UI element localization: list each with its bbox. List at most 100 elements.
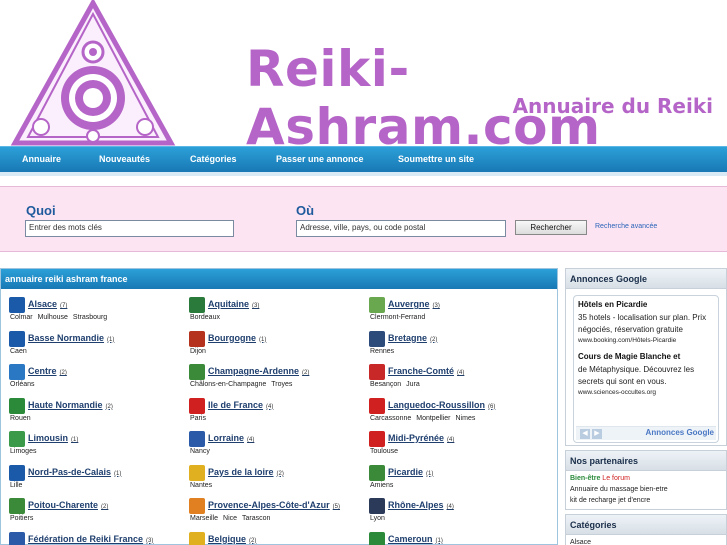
region-logo-icon[interactable] <box>9 330 25 347</box>
partners-box: Nos partenaires Bien-être Le forum Annua… <box>565 450 727 510</box>
what-input[interactable]: Entrer des mots clés <box>25 220 234 237</box>
region-link[interactable]: Bretagne (2) <box>388 333 437 343</box>
city-link[interactable]: Nice <box>223 515 237 522</box>
city-link[interactable]: Colmar <box>10 314 33 321</box>
region-logo-icon[interactable] <box>369 297 385 313</box>
where-input[interactable]: Adresse, ville, pays, ou code postal <box>296 220 506 237</box>
ads-by-google-link[interactable]: Annonces Google <box>646 428 714 437</box>
city-link[interactable]: Dijon <box>190 348 206 355</box>
city-link[interactable]: Poitiers <box>10 515 33 522</box>
ad-2-title[interactable]: Cours de Magie Blanche et <box>578 352 714 361</box>
city-link[interactable]: Lille <box>10 482 22 489</box>
search-button[interactable]: Rechercher <box>515 220 587 235</box>
region-logo-icon[interactable] <box>189 364 205 380</box>
region-logo-icon[interactable] <box>369 464 385 481</box>
city-link[interactable]: Tarascon <box>242 515 270 522</box>
city-link[interactable]: Strasbourg <box>73 314 107 321</box>
region-link[interactable]: Fédération de Reiki France (3) <box>28 534 153 544</box>
city-link[interactable]: Nimes <box>456 415 476 422</box>
region-logo-icon[interactable] <box>369 498 385 514</box>
region-link[interactable]: Nord-Pas-de-Calais (1) <box>28 467 121 477</box>
region-logo-icon[interactable] <box>189 397 205 414</box>
region-logo-icon[interactable] <box>9 364 25 380</box>
partner-encre-link[interactable]: kit de recharge jet d'encre <box>566 495 726 506</box>
ad-1-url[interactable]: www.booking.com/Hôtels-Picardie <box>578 337 714 344</box>
city-link[interactable]: Troyes <box>271 381 292 388</box>
region-link[interactable]: Bourgogne (1) <box>208 333 266 343</box>
next-arrow-icon[interactable]: ▶ <box>592 429 602 439</box>
region-logo-icon[interactable] <box>369 397 385 414</box>
region-link[interactable]: Lorraine (4) <box>208 433 254 443</box>
region-logo-icon[interactable] <box>369 531 385 545</box>
nav-soumettre-site[interactable]: Soumettre un site <box>398 154 474 164</box>
region-link[interactable]: Aquitaine (3) <box>208 299 259 309</box>
partner-massage-link[interactable]: Annuaire du massage bien-etre <box>566 484 726 495</box>
nav-passer-annonce[interactable]: Passer une annonce <box>276 154 364 164</box>
region-logo-icon[interactable] <box>369 364 385 380</box>
region-link[interactable]: Cameroun (1) <box>388 534 443 544</box>
region-logo-icon[interactable] <box>9 464 25 481</box>
city-link[interactable]: Rouen <box>10 415 31 422</box>
region-logo-icon[interactable] <box>189 464 205 481</box>
city-link[interactable]: Clermont-Ferrand <box>370 314 425 321</box>
city-link[interactable]: Lyon <box>370 515 385 522</box>
ad-2-url[interactable]: www.sciences-occultes.org <box>578 389 714 396</box>
region-logo-icon[interactable] <box>9 431 25 447</box>
nav-annuaire[interactable]: Annuaire <box>22 154 61 164</box>
region-logo-icon[interactable] <box>189 431 205 447</box>
city-link[interactable]: Carcassonne <box>370 415 411 422</box>
prev-arrow-icon[interactable]: ◀ <box>580 429 590 439</box>
city-link[interactable]: Nantes <box>190 482 212 489</box>
region-link[interactable]: Centre (2) <box>28 366 67 376</box>
region-link[interactable]: Languedoc-Roussillon (6) <box>388 400 495 410</box>
city-link[interactable]: Toulouse <box>370 448 398 455</box>
nav-nouveautes[interactable]: Nouveautés <box>99 154 150 164</box>
region-link[interactable]: Belgique (2) <box>208 534 256 544</box>
region-link[interactable]: Basse Normandie (1) <box>28 333 114 343</box>
partner-forum-link[interactable]: Le forum <box>602 475 630 482</box>
region-link[interactable]: Ile de France (4) <box>208 400 273 410</box>
partner-bien-etre-link[interactable]: Bien-être <box>570 475 600 482</box>
region-logo-icon[interactable] <box>189 330 205 347</box>
nav-categories[interactable]: Catégories <box>190 154 237 164</box>
city-link[interactable]: Nancy <box>190 448 210 455</box>
region-logo-icon[interactable] <box>189 531 205 545</box>
region-logo-icon[interactable] <box>9 397 25 414</box>
region-logo-icon[interactable] <box>189 498 205 514</box>
region-link[interactable]: Pays de la loire (2) <box>208 467 284 477</box>
city-link[interactable]: Châlons-en-Champagne <box>190 381 266 388</box>
region-link[interactable]: Picardie (1) <box>388 467 433 477</box>
city-link[interactable]: Amiens <box>370 482 393 489</box>
region-logo-icon[interactable] <box>9 498 25 514</box>
region-link[interactable]: Franche-Comté (4) <box>388 366 464 376</box>
city-link[interactable]: Orléans <box>10 381 35 388</box>
city-link[interactable]: Limoges <box>10 448 36 455</box>
region-link[interactable]: Alsace (7) <box>28 299 67 309</box>
city-link[interactable]: Mulhouse <box>38 314 68 321</box>
city-link[interactable]: Marseille <box>190 515 218 522</box>
region-link[interactable]: Poitou-Charente (2) <box>28 500 108 510</box>
region-link[interactable]: Midi-Pyrénée (4) <box>388 433 454 443</box>
region-logo-icon[interactable] <box>369 431 385 447</box>
region-link[interactable]: Rhône-Alpes (4) <box>388 500 454 510</box>
region-link[interactable]: Haute Normandie (2) <box>28 400 113 410</box>
city-link[interactable]: Jura <box>406 381 420 388</box>
region-logo-icon[interactable] <box>9 531 25 545</box>
city-link[interactable]: Besançon <box>370 381 401 388</box>
region-link[interactable]: Limousin (1) <box>28 433 78 443</box>
ad-1-title[interactable]: Hôtels en Picardie <box>578 300 714 309</box>
region-link[interactable]: Provence-Alpes-Côte-d'Azur (5) <box>208 500 340 510</box>
region-logo-icon[interactable] <box>369 330 385 347</box>
city-link[interactable]: Rennes <box>370 348 394 355</box>
region-logo-icon[interactable] <box>189 297 205 313</box>
region-link[interactable]: Auvergne (3) <box>388 299 440 309</box>
reiki-ashram-logo[interactable] <box>8 0 178 146</box>
category-alsace-link[interactable]: Alsace <box>566 537 726 545</box>
region-logo-icon[interactable] <box>9 297 25 313</box>
city-link[interactable]: Montpellier <box>416 415 450 422</box>
city-link[interactable]: Paris <box>190 415 206 422</box>
advanced-search-link[interactable]: Recherche avancée <box>595 223 657 230</box>
city-link[interactable]: Caen <box>10 348 27 355</box>
city-link[interactable]: Bordeaux <box>190 314 220 321</box>
region-link[interactable]: Champagne-Ardenne (2) <box>208 366 309 376</box>
